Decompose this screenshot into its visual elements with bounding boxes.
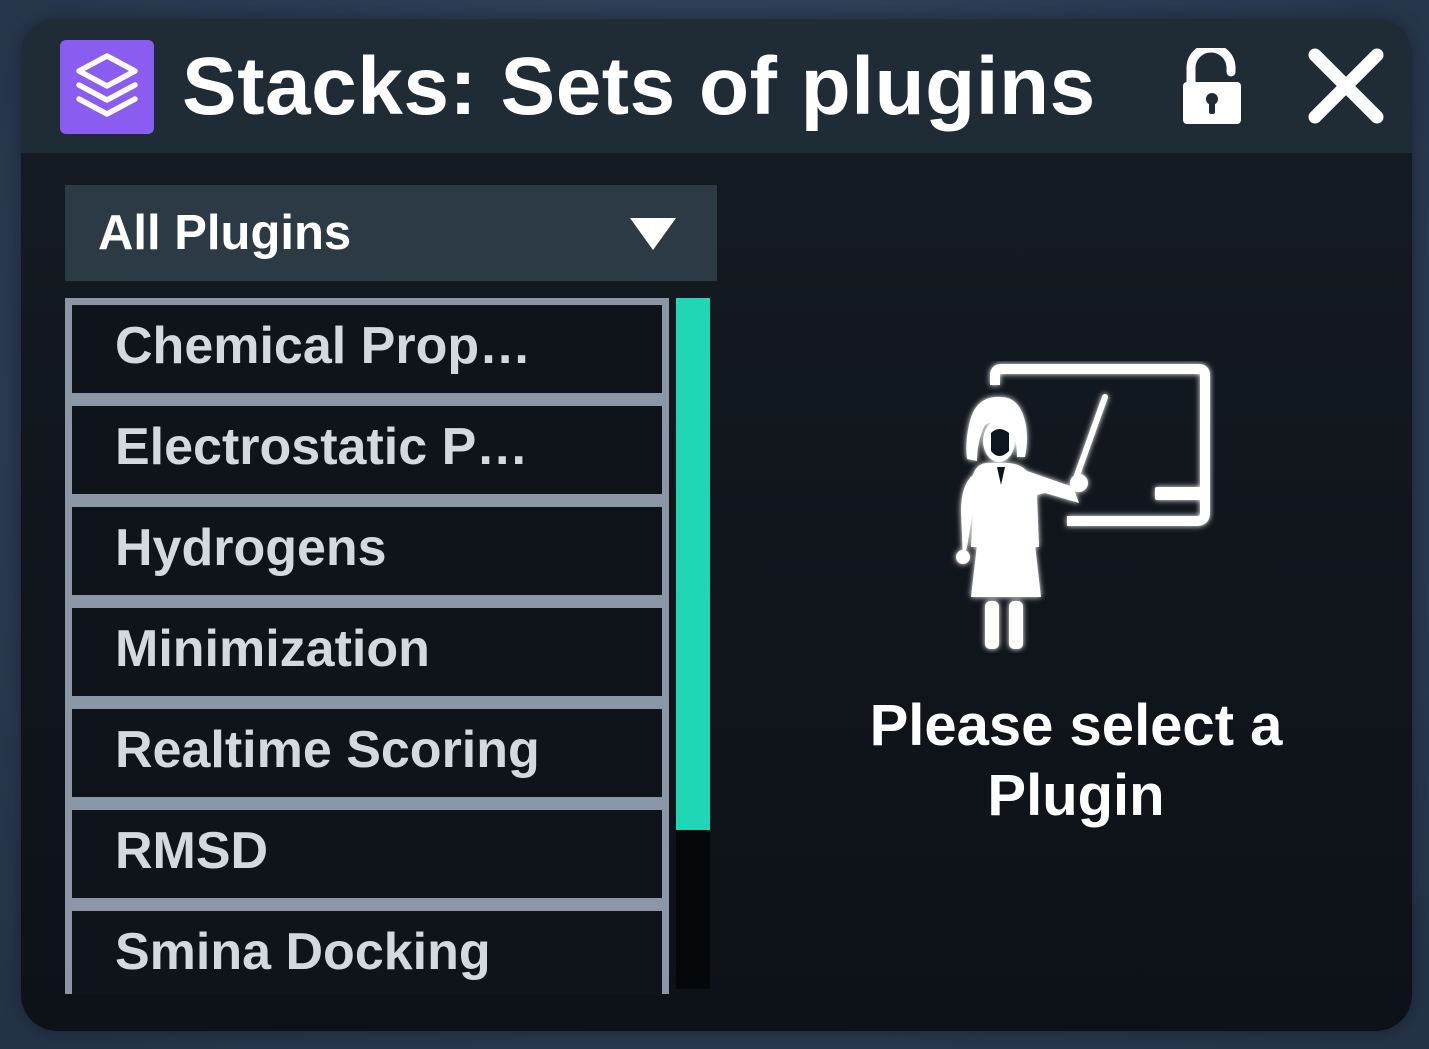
plugin-list-item-label: Smina Docking bbox=[115, 923, 491, 981]
unlocked-padlock-icon[interactable] bbox=[1177, 43, 1247, 126]
plugin-list-item-label: Chemical Prop… bbox=[115, 317, 532, 375]
plugin-list-item[interactable]: Smina Docking bbox=[65, 904, 669, 994]
plugin-list-item[interactable]: RMSD bbox=[65, 803, 669, 905]
plugin-stacks-window: Stacks: Sets of plugins All Plugins Chem… bbox=[21, 19, 1412, 1031]
plugin-list-item[interactable]: Chemical Prop… bbox=[65, 298, 669, 400]
plugin-list-item-label: Hydrogens bbox=[115, 519, 387, 577]
scrollbar-thumb[interactable] bbox=[676, 298, 710, 830]
plugin-list-item[interactable]: Realtime Scoring bbox=[65, 702, 669, 804]
title-bar: Stacks: Sets of plugins bbox=[21, 19, 1412, 153]
triangle-down-icon bbox=[628, 216, 678, 252]
window-title: Stacks: Sets of plugins bbox=[182, 41, 1096, 132]
dropdown-selected-value: All Plugins bbox=[98, 206, 352, 260]
plugin-list-item[interactable]: Minimization bbox=[65, 601, 669, 703]
plugin-list-scrollbar[interactable] bbox=[676, 298, 710, 989]
plugin-list-item-label: Minimization bbox=[115, 620, 430, 678]
plugin-list-item-label: RMSD bbox=[115, 822, 269, 880]
teacher-whiteboard-icon bbox=[933, 361, 1215, 653]
plugin-list-item-label: Electrostatic P… bbox=[115, 418, 529, 476]
plugin-list: Chemical Prop… Electrostatic P… Hydrogen… bbox=[65, 298, 669, 994]
plugin-list-item[interactable]: Electrostatic P… bbox=[65, 399, 669, 501]
plugin-filter-dropdown[interactable]: All Plugins bbox=[65, 185, 717, 281]
empty-state-message: Please select a Plugin bbox=[869, 693, 1283, 828]
stack-layers-icon bbox=[60, 40, 154, 134]
plugin-list-item[interactable]: Hydrogens bbox=[65, 500, 669, 602]
close-x-icon[interactable] bbox=[1305, 45, 1387, 127]
plugin-list-item-label: Realtime Scoring bbox=[115, 721, 540, 779]
